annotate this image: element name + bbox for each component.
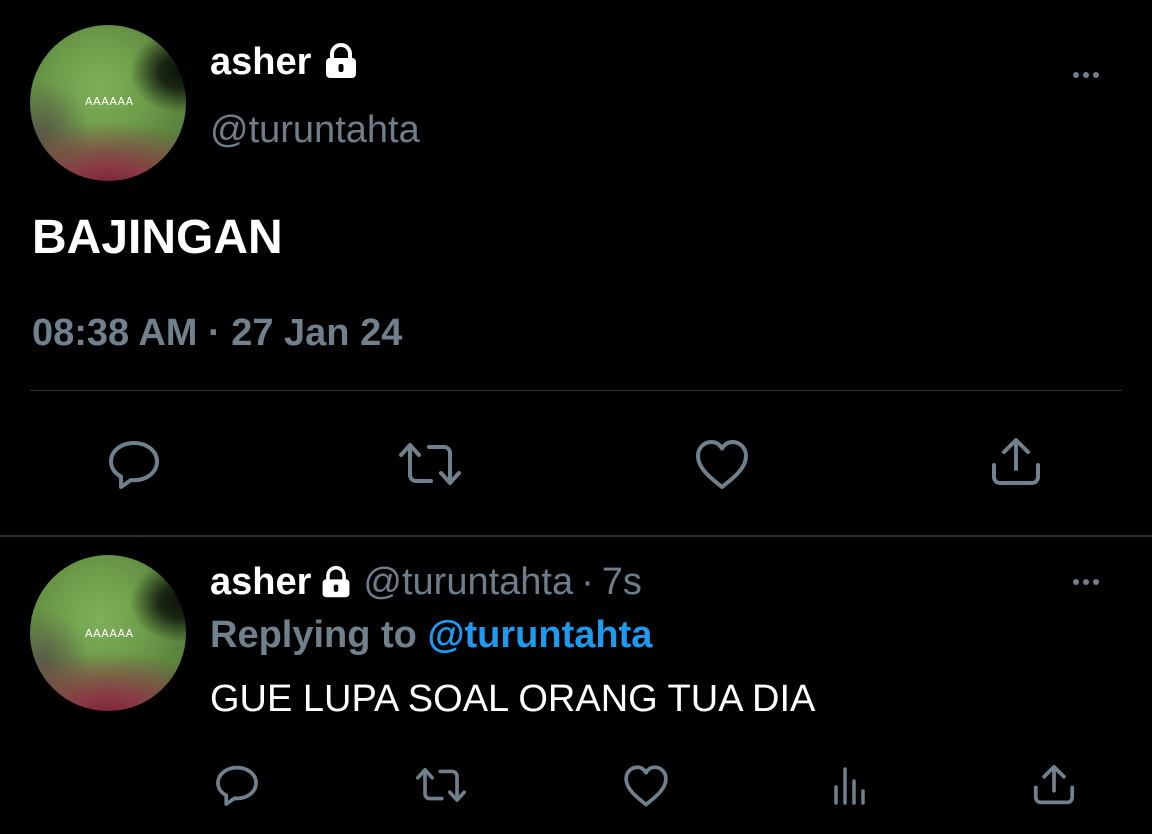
tweet-body: GUE LUPA SOAL ORANG TUA DIA (210, 678, 816, 720)
reply-icon[interactable] (104, 434, 164, 494)
divider (30, 390, 1122, 391)
tweet-separator (0, 535, 1152, 537)
share-icon[interactable] (986, 432, 1046, 492)
author-handle[interactable]: @turuntahta (210, 108, 420, 152)
avatar-text: AAAAAA (85, 95, 134, 108)
author-name[interactable]: asher (210, 40, 311, 84)
like-icon[interactable] (692, 436, 752, 492)
more-options-icon[interactable] (1073, 72, 1099, 78)
lock-icon (322, 565, 350, 598)
lock-icon (326, 43, 356, 78)
avatar[interactable]: AAAAAA (30, 25, 186, 181)
tweet-body: BAJINGAN (32, 211, 283, 264)
avatar-text: AAAAAA (85, 627, 134, 640)
avatar[interactable]: AAAAAA (30, 555, 186, 711)
retweet-icon[interactable] (412, 762, 470, 808)
replying-label: Replying to (210, 614, 417, 656)
tweet-time[interactable]: 7s (602, 560, 642, 604)
more-options-icon[interactable] (1073, 579, 1099, 585)
share-icon[interactable] (1028, 760, 1080, 810)
reply-header: asher @turuntahta · 7s (210, 560, 642, 604)
replying-to: Replying to @turuntahta (210, 612, 652, 658)
author-handle[interactable]: @turuntahta (363, 560, 573, 604)
author-name[interactable]: asher (210, 560, 311, 604)
reply-icon[interactable] (211, 760, 263, 810)
like-icon[interactable] (621, 762, 671, 808)
retweet-icon[interactable] (395, 436, 465, 492)
separator-dot: · (581, 561, 594, 603)
replying-handle-link[interactable]: @turuntahta (427, 614, 652, 656)
tweet-timestamp[interactable]: 08:38 AM · 27 Jan 24 (32, 310, 402, 356)
analytics-icon[interactable] (826, 762, 874, 808)
